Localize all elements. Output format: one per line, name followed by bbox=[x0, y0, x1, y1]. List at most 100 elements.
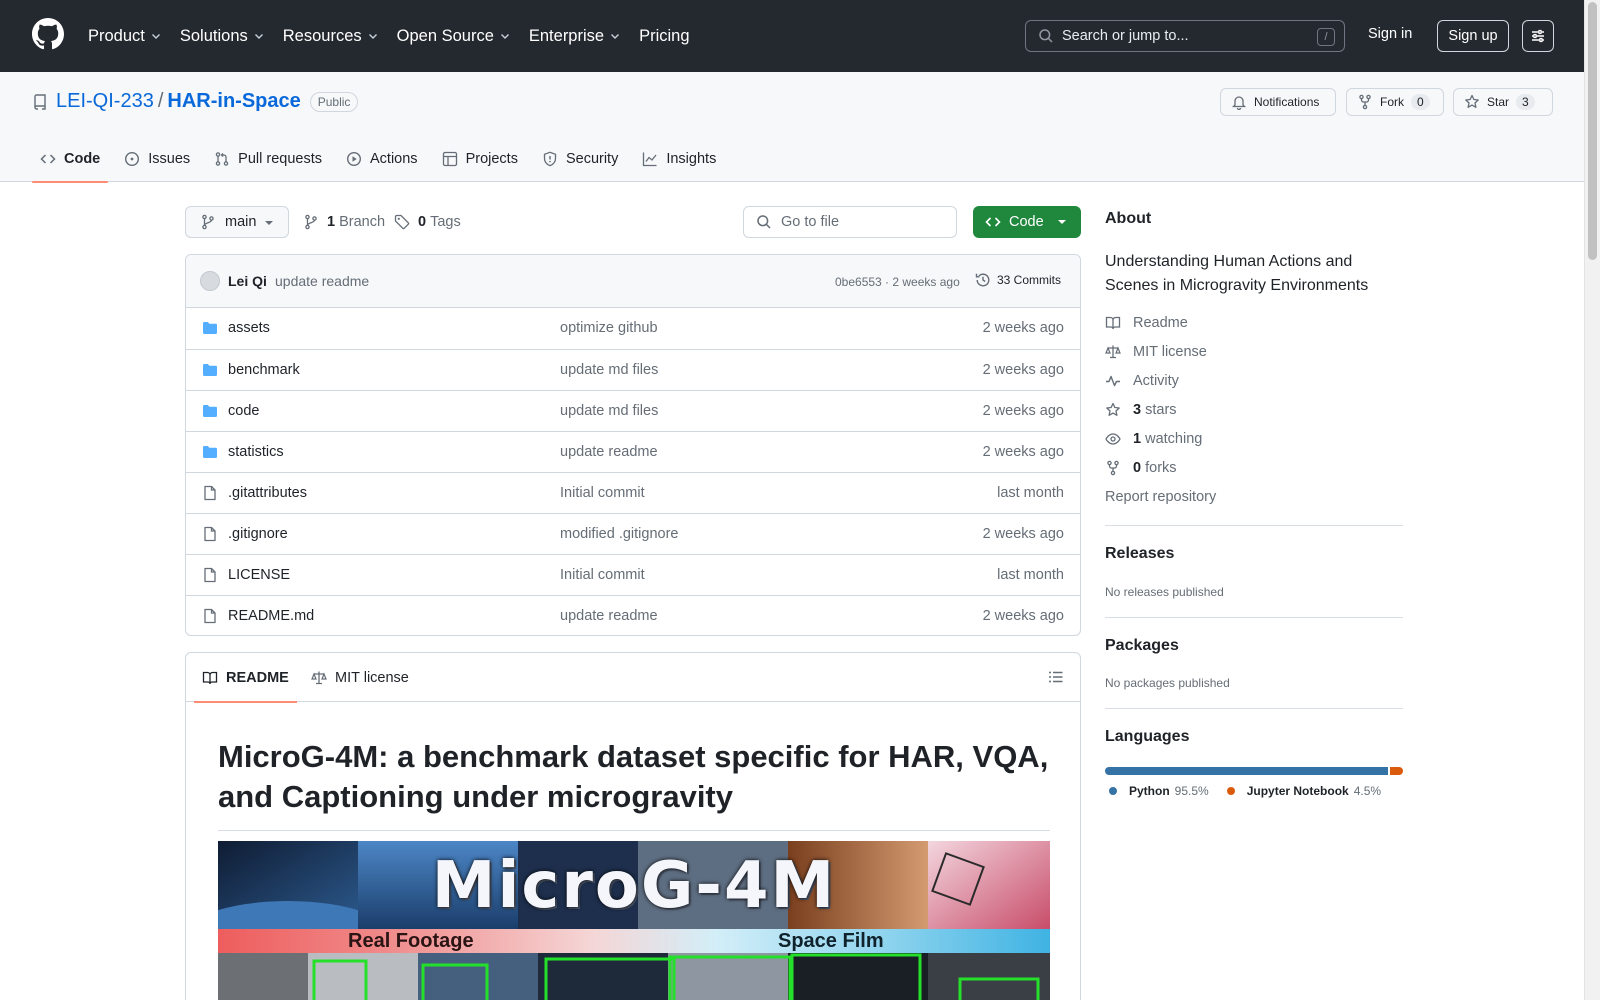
file-name-link[interactable]: .gitignore bbox=[228, 526, 288, 542]
file-commit-message-link[interactable]: update readme bbox=[560, 608, 658, 624]
tab-projects[interactable]: Projects bbox=[434, 136, 526, 182]
file-commit-message-link[interactable]: update md files bbox=[560, 362, 658, 378]
file-commit-message-link[interactable]: update readme bbox=[560, 444, 658, 460]
notifications-button[interactable]: Notifications bbox=[1220, 88, 1336, 116]
tags-link[interactable]: 0 Tags bbox=[394, 214, 461, 230]
repo-owner-link[interactable]: LEI-QI-233 bbox=[56, 90, 154, 113]
tab-security[interactable]: Security bbox=[534, 136, 626, 182]
branch-icon bbox=[200, 214, 216, 230]
avatar[interactable] bbox=[200, 271, 220, 291]
table-row[interactable]: code update md files 2 weeks ago bbox=[186, 390, 1080, 431]
readme-heading: MicroG-4M: a benchmark dataset specific … bbox=[218, 737, 1050, 831]
packages-heading[interactable]: Packages bbox=[1105, 637, 1179, 655]
search-placeholder: Search or jump to... bbox=[1062, 28, 1189, 44]
file-name-link[interactable]: LICENSE bbox=[228, 567, 290, 583]
go-to-file-input[interactable]: Go to file bbox=[743, 206, 957, 238]
chevron-down-icon bbox=[150, 30, 162, 42]
file-commit-message-link[interactable]: update md files bbox=[560, 403, 658, 419]
file-commit-message-link[interactable]: modified .gitignore bbox=[560, 526, 679, 542]
code-dropdown-button[interactable]: Code bbox=[973, 206, 1081, 238]
table-row[interactable]: README.md update readme 2 weeks ago bbox=[186, 595, 1080, 635]
watching-count: 1 bbox=[1133, 431, 1142, 447]
releases-heading[interactable]: Releases bbox=[1105, 545, 1174, 563]
page-scrollbar[interactable] bbox=[1584, 0, 1600, 1000]
license-tab[interactable]: MIT license bbox=[311, 653, 409, 702]
fork-icon bbox=[1357, 94, 1373, 110]
file-icon bbox=[202, 526, 218, 542]
file-commit-message-link[interactable]: optimize github bbox=[560, 320, 658, 336]
forks-link[interactable]: 0 forks bbox=[1105, 460, 1177, 476]
scrollbar-thumb[interactable] bbox=[1588, 2, 1597, 260]
play-circle-icon bbox=[346, 151, 362, 167]
table-row[interactable]: LICENSE Initial commit last month bbox=[186, 554, 1080, 595]
github-logo-icon[interactable] bbox=[32, 18, 64, 50]
tab-label: Insights bbox=[666, 151, 717, 167]
stars-link[interactable]: 3 stars bbox=[1105, 402, 1177, 418]
file-name-link[interactable]: statistics bbox=[228, 444, 284, 460]
tab-label: Security bbox=[565, 151, 619, 167]
sidebar-divider bbox=[1105, 525, 1403, 526]
list-unordered-icon[interactable] bbox=[1048, 669, 1064, 685]
language-item[interactable]: Jupyter Notebook 4.5% bbox=[1226, 784, 1381, 798]
table-row[interactable]: benchmark update md files 2 weeks ago bbox=[186, 349, 1080, 390]
fork-button[interactable]: Fork 0 bbox=[1346, 88, 1444, 116]
commit-sha-time[interactable]: 0be6553 · 2 weeks ago bbox=[835, 275, 960, 289]
nav-product[interactable]: Product bbox=[88, 27, 162, 46]
tab-issues[interactable]: Issues bbox=[116, 136, 198, 182]
file-name-link[interactable]: benchmark bbox=[228, 362, 300, 378]
repo-name-link[interactable]: HAR-in-Space bbox=[167, 90, 300, 113]
packages-note: No packages published bbox=[1105, 676, 1230, 690]
star-icon bbox=[1105, 402, 1121, 418]
branches-link[interactable]: 1 Branch bbox=[303, 214, 385, 230]
file-name-link[interactable]: assets bbox=[228, 320, 270, 336]
nav-resources[interactable]: Resources bbox=[283, 27, 379, 46]
tab-insights[interactable]: Insights bbox=[634, 136, 724, 182]
file-commit-message-link[interactable]: Initial commit bbox=[560, 567, 645, 583]
sign-in-link[interactable]: Sign in bbox=[1368, 26, 1412, 42]
activity-link[interactable]: Activity bbox=[1105, 373, 1179, 389]
tab-code[interactable]: Code bbox=[32, 136, 109, 183]
language-item[interactable]: Python 95.5% bbox=[1109, 784, 1209, 798]
file-commit-message-link[interactable]: Initial commit bbox=[560, 485, 645, 501]
star-button[interactable]: Star 3 bbox=[1453, 88, 1553, 116]
settings-sliders-icon[interactable] bbox=[1522, 20, 1554, 52]
table-row[interactable]: .gitattributes Initial commit last month bbox=[186, 472, 1080, 513]
bell-icon bbox=[1231, 94, 1247, 110]
nav-enterprise[interactable]: Enterprise bbox=[529, 27, 621, 46]
book-icon bbox=[202, 670, 218, 686]
folder-icon bbox=[202, 403, 218, 419]
watching-link[interactable]: 1 watching bbox=[1105, 431, 1202, 447]
code-button-label: Code bbox=[1009, 214, 1044, 230]
folder-icon bbox=[202, 362, 218, 378]
file-icon bbox=[202, 567, 218, 583]
tab-pull-requests[interactable]: Pull requests bbox=[206, 136, 330, 182]
language-percent: 95.5% bbox=[1174, 784, 1209, 798]
readme-link[interactable]: Readme bbox=[1105, 315, 1188, 331]
commit-message-link[interactable]: update readme bbox=[275, 273, 369, 289]
file-name-link[interactable]: .gitattributes bbox=[228, 485, 307, 501]
table-row[interactable]: assets optimize github 2 weeks ago bbox=[186, 308, 1080, 349]
file-name-link[interactable]: README.md bbox=[228, 608, 314, 624]
sidebar-divider bbox=[1105, 708, 1403, 709]
sign-up-button[interactable]: Sign up bbox=[1437, 20, 1509, 52]
star-label: Star bbox=[1487, 95, 1510, 109]
file-icon bbox=[202, 608, 218, 624]
branch-selector[interactable]: main bbox=[185, 206, 289, 238]
global-search-input[interactable]: Search or jump to... / bbox=[1025, 20, 1345, 52]
nav-solutions[interactable]: Solutions bbox=[180, 27, 265, 46]
table-row[interactable]: .gitignore modified .gitignore 2 weeks ago bbox=[186, 513, 1080, 554]
license-link[interactable]: MIT license bbox=[1105, 344, 1207, 360]
table-row[interactable]: statistics update readme 2 weeks ago bbox=[186, 431, 1080, 472]
nav-open-source[interactable]: Open Source bbox=[397, 27, 511, 46]
chevron-down-icon bbox=[367, 30, 379, 42]
chevron-down-icon bbox=[499, 30, 511, 42]
nav-pricing[interactable]: Pricing bbox=[639, 27, 689, 46]
eye-icon bbox=[1105, 431, 1121, 447]
commits-history-link[interactable]: 33 Commits bbox=[975, 272, 1061, 288]
tab-actions[interactable]: Actions bbox=[338, 136, 426, 182]
readme-tab[interactable]: README bbox=[194, 653, 297, 703]
commit-author-link[interactable]: Lei Qi bbox=[228, 273, 267, 289]
report-repository-link[interactable]: Report repository bbox=[1105, 489, 1216, 505]
file-name-link[interactable]: code bbox=[228, 403, 259, 419]
banner-strip bbox=[218, 929, 1050, 953]
